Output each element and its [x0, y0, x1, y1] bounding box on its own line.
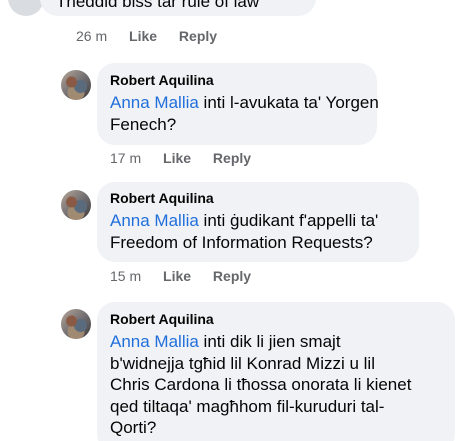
like-button[interactable]: Like: [163, 268, 191, 284]
comment-time[interactable]: 15 m: [110, 268, 141, 284]
mention-link[interactable]: Anna Mallia: [110, 332, 199, 351]
comment-text-line: Freedom of Information Requests?: [110, 232, 373, 252]
comment-text-line: inti l-avukata ta' Yorgen: [198, 93, 379, 112]
comment-text: Anna Mallia inti dik li jien smajt b'wid…: [110, 331, 411, 439]
comment-time[interactable]: 17 m: [110, 150, 141, 166]
comment-text: Anna Mallia inti ġudikant f'appelli ta' …: [110, 210, 378, 253]
comment-text-line: inti dik li jien smajt: [198, 332, 341, 351]
like-button[interactable]: Like: [129, 28, 157, 44]
comment-text-line: b'widnejja tgħid lil Konrad Mizzi u lil: [110, 353, 375, 373]
comment-text: Theddid biss tar rule of law: [56, 0, 260, 11]
comment-meta: 15 m Like Reply: [110, 268, 269, 284]
avatar[interactable]: [61, 309, 91, 339]
reply-button[interactable]: Reply: [213, 150, 251, 166]
like-button[interactable]: Like: [163, 150, 191, 166]
comment-author[interactable]: Robert Aquilina: [110, 71, 214, 89]
comment-meta: 17 m Like Reply: [110, 150, 269, 166]
avatar[interactable]: [61, 190, 91, 220]
comment-time[interactable]: 26 m: [76, 28, 107, 44]
comment-text-line: Fenech?: [110, 114, 177, 134]
mention-link[interactable]: Anna Mallia: [110, 211, 199, 230]
comment-thread: Theddid biss tar rule of law 26 m Like R…: [0, 0, 468, 441]
comment-text-line: Chris Cardona li tħossa onorata li kiene…: [110, 375, 412, 394]
comment-meta: 26 m Like Reply: [76, 28, 235, 44]
comment-author[interactable]: Robert Aquilina: [110, 310, 214, 328]
avatar[interactable]: [8, 0, 44, 16]
comment-text-line: inti ġudikant f'appelli ta': [198, 211, 379, 230]
comment-text-line: qed tiltaqa' magħhom fil-kuruduri tal-: [110, 396, 385, 416]
reply-button[interactable]: Reply: [213, 268, 251, 284]
avatar[interactable]: [61, 70, 91, 100]
reply-button[interactable]: Reply: [179, 28, 217, 44]
mention-link[interactable]: Anna Mallia: [110, 93, 199, 112]
comment-text-line: Qorti?: [110, 418, 157, 437]
comment-author[interactable]: Robert Aquilina: [110, 189, 214, 207]
comment-text: Anna Mallia inti l-avukata ta' Yorgen Fe…: [110, 92, 379, 135]
